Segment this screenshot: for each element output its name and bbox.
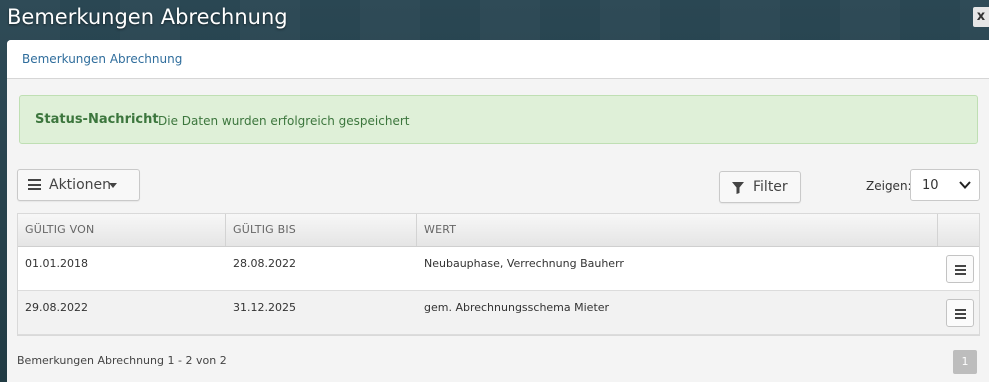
column-header-value[interactable]: WERT — [417, 214, 938, 246]
page-size-label: Zeigen: — [866, 179, 912, 193]
pagination-summary: Bemerkungen Abrechnung 1 - 2 von 2 — [17, 354, 227, 367]
cell-valid-to: 28.08.2022 — [233, 257, 296, 270]
hamburger-icon — [955, 265, 966, 277]
alert-title: Status-Nachricht — [35, 112, 159, 127]
table-row[interactable]: 01.01.2018 28.08.2022 Neubauphase, Verre… — [18, 247, 979, 291]
close-button[interactable]: x — [973, 7, 989, 27]
page-size-select[interactable]: 10 — [910, 169, 980, 201]
summary-prefix: Bemerkungen Abrechnung — [17, 354, 164, 367]
column-header-valid-to[interactable]: GÜLTIG BIS — [226, 214, 417, 246]
row-menu-button[interactable] — [946, 299, 974, 327]
table-row[interactable]: 29.08.2022 31.12.2025 gem. Abrechnungssc… — [18, 291, 979, 335]
dialog-panel: Bemerkungen Abrechnung Status-Nachricht … — [7, 40, 989, 382]
pagination-page-1[interactable]: 1 — [953, 350, 977, 374]
close-icon: x — [976, 9, 986, 24]
chevron-down-icon — [959, 181, 971, 189]
actions-button[interactable]: Aktionen — [17, 169, 140, 201]
table-header: GÜLTIG VON GÜLTIG BIS WERT — [18, 214, 979, 247]
hamburger-icon — [955, 309, 966, 321]
summary-of: von — [195, 354, 217, 367]
window-title-bar: Bemerkungen Abrechnung x — [0, 0, 989, 38]
cell-value: Neubauphase, Verrechnung Bauherr — [424, 257, 624, 270]
caret-down-icon — [109, 183, 117, 188]
filter-icon — [732, 182, 744, 194]
panel-header: Bemerkungen Abrechnung — [7, 40, 989, 79]
cell-valid-to: 31.12.2025 — [233, 301, 296, 314]
row-menu-button[interactable] — [946, 255, 974, 283]
panel-heading[interactable]: Bemerkungen Abrechnung — [22, 52, 182, 66]
summary-total: 2 — [219, 354, 227, 367]
page-size-value: 10 — [922, 178, 939, 193]
column-header-valid-from[interactable]: GÜLTIG VON — [18, 214, 226, 246]
filter-label: Filter — [753, 179, 788, 195]
filter-button[interactable]: Filter — [719, 171, 801, 203]
alert-message: Die Daten wurden erfolgreich gespeichert — [158, 114, 410, 128]
summary-range: 1 - 2 — [167, 354, 193, 367]
cell-valid-from: 29.08.2022 — [25, 301, 88, 314]
cell-valid-from: 01.01.2018 — [25, 257, 88, 270]
column-header-actions — [938, 214, 979, 246]
actions-label: Aktionen — [49, 177, 111, 193]
hamburger-icon — [28, 179, 41, 190]
cell-value: gem. Abrechnungsschema Mieter — [424, 301, 610, 314]
window-title: Bemerkungen Abrechnung — [7, 5, 288, 29]
data-table: GÜLTIG VON GÜLTIG BIS WERT 01.01.2018 28… — [17, 213, 980, 336]
status-alert: Status-Nachricht Die Daten wurden erfolg… — [19, 95, 978, 144]
